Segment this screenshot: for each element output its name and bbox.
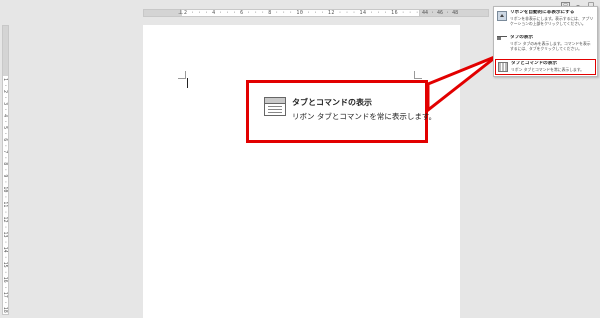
crop-mark-top-right: [414, 71, 422, 79]
menu-item-description: リボン タブのみを表示します。コマンドを表示するには、タブをクリックしてください…: [510, 41, 591, 51]
ruler-ticks: 2 · · · 4 · · · 6 · · · 8 · · · 10 · · ·…: [184, 10, 433, 16]
indent-marker[interactable]: ⊥: [178, 9, 184, 17]
menu-item-description: リボン タブとコマンドを常に表示します。: [511, 67, 584, 72]
menu-item-show-tabs-and-commands[interactable]: タブとコマンドの表示 リボン タブとコマンドを常に表示します。: [495, 59, 596, 75]
callout-title: タブとコマンドの表示: [292, 98, 372, 107]
text-cursor: [187, 78, 188, 88]
vertical-ruler[interactable]: 1 · 2 · 3 · 4 · 5 · 6 · 7 · 8 · 9 · 10 ·…: [2, 25, 9, 315]
vertical-ruler-ticks: 1 · 2 · 3 · 4 · 5 · 6 · 7 · 8 · 9 · 10 ·…: [3, 78, 8, 313]
auto-hide-ribbon-icon: [497, 11, 507, 21]
ruler-top-margin: [3, 26, 8, 76]
document-page[interactable]: [143, 25, 460, 318]
horizontal-ruler[interactable]: 2 · · · 4 · · · 6 · · · 8 · · · 10 · · ·…: [143, 9, 460, 17]
ribbon-display-options-menu: リボンを自動的に非表示にする リボンを非表示にします。表示するには、アプリケーシ…: [493, 6, 598, 77]
crop-mark-top-left: [178, 71, 186, 79]
ruler-ext-ticks: 44 · 46 · 48: [422, 10, 459, 16]
show-tabs-commands-icon: [498, 62, 508, 72]
callout-description: リボン タブとコマンドを常に表示します。: [292, 112, 437, 121]
show-tabs-icon: [497, 36, 507, 46]
ruler-left-margin: [144, 10, 182, 16]
callout-zoom: タブとコマンドの表示 リボン タブとコマンドを常に表示します。: [246, 80, 436, 143]
menu-item-description: リボンを非表示にします。表示するには、アプリケーションの上部をクリックしてくださ…: [510, 16, 594, 26]
menu-item-show-tabs[interactable]: タブの表示 リボン タブのみを表示します。コマンドを表示するには、タブをクリック…: [495, 34, 596, 56]
horizontal-ruler-extension: 44 · 46 · 48: [419, 9, 489, 17]
menu-item-auto-hide-ribbon[interactable]: リボンを自動的に非表示にする リボンを非表示にします。表示するには、アプリケーシ…: [495, 9, 596, 33]
show-tabs-commands-icon: [264, 97, 286, 116]
vertical-scrollbar[interactable]: [590, 80, 597, 318]
